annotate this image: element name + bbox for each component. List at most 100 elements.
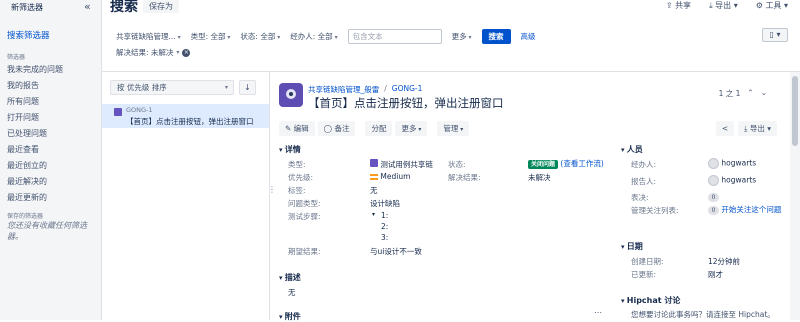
filter-item-resolved-recently[interactable]: 最近解决的: [7, 174, 63, 190]
status-criteria[interactable]: 状态: 全部: [240, 31, 280, 42]
type-value: 测试用例共享链: [370, 159, 433, 170]
search-button[interactable]: 搜索: [481, 29, 511, 44]
labels-value: 无: [370, 186, 378, 195]
step-3: 3:: [381, 233, 389, 242]
filter-item-viewed-recently[interactable]: 最近查看: [7, 142, 63, 158]
labels-label: 标签:: [288, 186, 306, 195]
type-value-text: 测试用例共享链: [380, 160, 433, 169]
assignee-label: 经办人:: [631, 160, 657, 169]
resolution-criteria[interactable]: 解决结果: 未解决 ▾ ×: [116, 47, 191, 58]
layout-toggle-button[interactable]: ▯ ▾: [762, 28, 788, 42]
chevron-down-icon[interactable]: ⌄: [761, 88, 767, 99]
avatar: [708, 158, 719, 169]
order-direction-button[interactable]: ↓: [239, 80, 256, 95]
filter-bar: 共享链缺陷管理... 类型: 全部 状态: 全部 经办人: 全部 包含文本 更多…: [116, 29, 536, 44]
filter-item-my-open[interactable]: 我未完成的问题: [7, 62, 63, 78]
new-filter-button[interactable]: 新筛选器: [11, 2, 43, 13]
breadcrumb-separator: /: [384, 84, 387, 93]
text-search-input[interactable]: 包含文本: [347, 29, 442, 44]
search-filters-link[interactable]: 搜索筛选器: [7, 29, 50, 41]
filter-item-all-issues[interactable]: 所有问题: [7, 94, 63, 110]
save-as-button[interactable]: 保存为: [143, 0, 179, 13]
type-criteria[interactable]: 类型: 全部: [191, 31, 231, 42]
view-workflow-link[interactable]: (查看工作流): [560, 159, 603, 168]
pager-text: 1 之 1: [718, 89, 741, 98]
comment-button[interactable]: ◯ 备注: [317, 121, 356, 136]
collapse-sidebar-icon[interactable]: «: [84, 0, 91, 13]
filter-sidebar: 新筛选器 « 搜索筛选器 筛选器 我未完成的问题 我的报告 所有问题 打开问题 …: [0, 0, 102, 320]
issue-type-value: 设计缺陷: [370, 199, 400, 208]
hipchat-section-title[interactable]: Hipchat 讨论: [621, 295, 681, 306]
steps-collapse-icon[interactable]: ▾: [372, 211, 375, 218]
assignee-criteria[interactable]: 经办人: 全部: [290, 31, 337, 42]
issue-operations: ✎ 编辑 ◯ 备注 分配 更多 管理: [279, 121, 470, 136]
share-issue-button[interactable]: <: [715, 121, 735, 136]
scrollbar-thumb[interactable]: [792, 76, 798, 146]
assign-button[interactable]: 分配: [365, 121, 393, 136]
tools-button[interactable]: ⚙ 工具 ▾: [756, 0, 788, 11]
people-section-title[interactable]: 人员: [621, 144, 643, 155]
watchers-label: 管理关注列表:: [631, 206, 679, 215]
issue-operations-right: < ⤓ 导出 ▾: [715, 121, 777, 136]
start-watching-link[interactable]: 开始关注这个问题: [721, 205, 781, 214]
votes-value[interactable]: 0: [708, 192, 719, 202]
more-criteria[interactable]: 更多: [452, 31, 472, 42]
share-icon: ⇪: [665, 1, 676, 10]
reporter-value[interactable]: hogwarts: [708, 175, 756, 186]
share-button[interactable]: ⇪ 共享: [666, 0, 691, 11]
toolbar-gap: [430, 121, 434, 136]
more-button[interactable]: 更多: [395, 121, 428, 136]
reporter-label: 报告人:: [631, 177, 657, 186]
attachments-section-title[interactable]: 附件: [279, 311, 301, 322]
filter-item-open-issues[interactable]: 打开问题: [7, 110, 63, 126]
saved-filters-title: 保存的筛选器: [7, 213, 44, 220]
advanced-search-link[interactable]: 高级: [521, 31, 536, 42]
issue-list-pane: 按 优先级 排序 ↓ GONG-1 【首页】点击注册按钮，弹出注册窗口: [102, 72, 270, 320]
admin-button[interactable]: 管理: [437, 121, 470, 136]
reporter-name: hogwarts: [721, 175, 757, 185]
project-avatar: [279, 83, 303, 107]
attachment-options-icon[interactable]: ⋯: [594, 308, 602, 317]
expected-label: 期望结果:: [288, 247, 321, 256]
pane-resize-handle[interactable]: ⋮: [268, 185, 276, 194]
resolution-label: 解决结果:: [448, 173, 481, 182]
steps-label: 测试步骤:: [288, 212, 321, 221]
votes-label: 表决:: [631, 193, 649, 202]
list-item[interactable]: GONG-1 【首页】点击注册按钮，弹出注册窗口: [102, 104, 269, 128]
filter-item-reported-by-me[interactable]: 我的报告: [7, 78, 63, 94]
order-by-select[interactable]: 按 优先级 排序: [110, 80, 234, 95]
filter-item-updated-recently[interactable]: 最近更新的: [7, 190, 63, 206]
priority-value: Medium: [370, 172, 410, 181]
dates-section-title[interactable]: 日期: [621, 241, 643, 252]
clear-criteria-icon[interactable]: ×: [182, 48, 191, 57]
comment-icon: ◯: [323, 124, 335, 133]
export-issue-button[interactable]: ⤓ 导出 ▾: [738, 121, 777, 136]
hipchat-text: 您想要讨论此事务吗？请连接至 Hipchat。: [631, 310, 775, 319]
project-criteria[interactable]: 共享链缺陷管理...: [116, 31, 181, 42]
chevron-up-icon[interactable]: ⌃: [747, 88, 753, 99]
page-title: 搜索: [110, 0, 138, 15]
status-value: 关闭问题 (查看工作流): [528, 158, 604, 169]
watchers-count-badge[interactable]: 0: [708, 206, 719, 215]
breadcrumb-project[interactable]: 共享链缺陷管理_般雷: [308, 84, 379, 95]
resolution-criteria-label: 解决结果: 未解决: [116, 48, 174, 57]
export-issue-label: 导出: [749, 124, 765, 133]
description-section-title[interactable]: 描述: [279, 272, 301, 283]
description-value: 无: [288, 288, 296, 297]
updated-label: 已更新:: [631, 270, 657, 279]
filters-section-title: 筛选器: [7, 54, 26, 61]
details-section-title[interactable]: 详情: [279, 144, 301, 155]
filter-item-done-issues[interactable]: 已处理问题: [7, 126, 63, 142]
step-1: 1:: [381, 211, 389, 220]
filter-item-created-recently[interactable]: 最近创立的: [7, 158, 63, 174]
chevron-down-icon: ▾: [176, 49, 180, 56]
edit-button[interactable]: ✎ 编辑: [279, 121, 315, 136]
breadcrumb-issue-key[interactable]: GONG-1: [392, 84, 423, 95]
list-item-summary: 【首页】点击注册按钮，弹出注册窗口: [126, 117, 254, 126]
export-button[interactable]: ⤓ 导出 ▾: [709, 0, 738, 11]
test-case-type-icon: [370, 159, 378, 167]
pencil-icon: ✎: [285, 124, 294, 133]
expected-value: 与ui设计不一致: [370, 247, 422, 256]
assignee-value[interactable]: hogwarts: [708, 158, 756, 169]
priority-value-text: Medium: [380, 172, 411, 181]
